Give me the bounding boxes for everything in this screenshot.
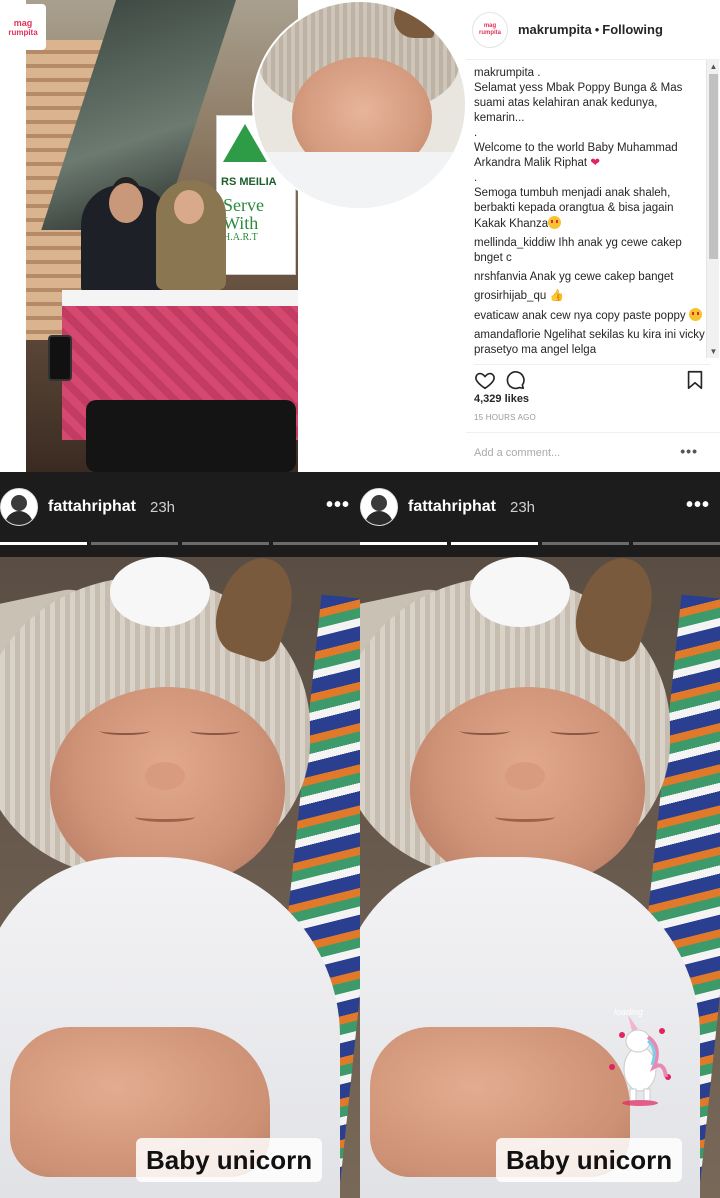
- unicorn-icon: [609, 1015, 671, 1106]
- comment-username[interactable]: mellinda_kiddiw: [474, 237, 555, 249]
- camera: [86, 400, 296, 472]
- comment: evaticaw anak cew nya copy paste poppy: [474, 308, 708, 324]
- comment-icon[interactable]: [504, 369, 526, 391]
- comment-text: Anak yg cewe cakep banget: [529, 271, 674, 283]
- slogan-line: H.A.R.T: [223, 232, 258, 243]
- logo-text: mag: [13, 17, 33, 28]
- comment: nrshfanvia Anak yg cewe cakep banget: [474, 270, 708, 285]
- add-comment-input[interactable]: [474, 443, 674, 463]
- baby-circle-photo: [252, 0, 467, 210]
- story-header: fattahriphat 23h •••: [0, 472, 360, 557]
- action-bar: [474, 364, 710, 390]
- comments-list: makrumpita . Selamat yess Mbak Poppy Bun…: [474, 66, 708, 358]
- thumbs-up-emoji: 👍: [549, 290, 564, 302]
- comment: grosirhijab_qu 👍: [474, 289, 708, 304]
- story-username[interactable]: fattahriphat: [408, 498, 496, 516]
- story-header: fattahriphat 23h •••: [360, 472, 720, 557]
- baby-mouth: [135, 812, 195, 822]
- sticker-label: loading: [614, 1007, 644, 1017]
- story-time: 23h: [150, 499, 176, 516]
- caption-text: Welcome to the world Baby Muhammad Arkan…: [474, 142, 678, 169]
- comment: amandaflorie Ngelihat sekilas ku kira in…: [474, 328, 708, 358]
- scroll-thumb[interactable]: [709, 74, 718, 259]
- baby-photo: loading: [360, 557, 720, 1198]
- baby-photo: [0, 557, 360, 1198]
- heart-eyes-emoji: [548, 216, 562, 229]
- progress-segment: [273, 542, 360, 545]
- progress-segment: [0, 542, 87, 545]
- progress-segment: [91, 542, 178, 545]
- comment-text: anak cew nya copy paste poppy: [521, 310, 686, 322]
- more-options-icon[interactable]: •••: [326, 494, 350, 517]
- avatar-text: mag: [483, 22, 497, 29]
- comment-username[interactable]: amandaflorie: [474, 329, 540, 341]
- scroll-down-icon[interactable]: ▼: [707, 345, 720, 358]
- caption-text: Selamat yess Mbak Poppy Bunga & Mas suam…: [474, 82, 683, 124]
- heart-icon[interactable]: [474, 369, 496, 391]
- instagram-post: RS MEILIA Serve With H.A.R.T mag rumpita…: [0, 0, 720, 472]
- more-options-icon[interactable]: •••: [680, 443, 698, 459]
- story-caption: Baby unicorn: [136, 1138, 323, 1182]
- woman-figure: [156, 180, 226, 290]
- unicorn-sticker[interactable]: loading: [592, 1007, 684, 1107]
- closed-eye: [190, 727, 240, 735]
- story-progress: [360, 542, 720, 545]
- phone: [48, 335, 72, 381]
- avatar-text: rumpita: [478, 29, 501, 36]
- progress-segment: [182, 542, 269, 545]
- baby-nose: [505, 762, 545, 790]
- hat-horn: [394, 2, 434, 38]
- caption-text: .: [474, 127, 478, 139]
- progress-segment: [451, 542, 538, 545]
- post-time: 15 HOURS AGO: [474, 413, 536, 422]
- add-comment-bar: •••: [466, 432, 720, 472]
- hat-pompom: [110, 557, 210, 627]
- post-header: mag rumpita makrumpita • Following: [466, 0, 720, 60]
- closed-eye: [550, 727, 600, 735]
- magrumpita-logo: mag rumpita: [0, 4, 46, 50]
- grin-emoji: [688, 308, 702, 321]
- blanket: [254, 152, 465, 208]
- comments-scrollbar[interactable]: ▲ ▼: [706, 60, 719, 358]
- comment-username[interactable]: evaticaw: [474, 310, 519, 322]
- comment-username[interactable]: nrshfanvia: [474, 271, 527, 283]
- progress-segment: [542, 542, 629, 545]
- caption-text: Semoga tumbuh menjadi anak shaleh, berba…: [474, 187, 674, 230]
- post-username[interactable]: makrumpita: [518, 22, 592, 37]
- scroll-up-icon[interactable]: ▲: [707, 60, 720, 73]
- story-caption: Baby unicorn: [496, 1138, 683, 1182]
- likes-count[interactable]: 4,329 likes: [474, 393, 529, 405]
- baby-nose: [145, 762, 185, 790]
- avatar[interactable]: mag rumpita: [472, 11, 508, 48]
- heart-emoji: ❤: [590, 157, 600, 169]
- story-time: 23h: [510, 499, 536, 516]
- story-username[interactable]: fattahriphat: [48, 498, 136, 516]
- following-button[interactable]: Following: [602, 22, 663, 37]
- comment: mellinda_kiddiw Ihh anak yg cewe cakep b…: [474, 236, 708, 266]
- story-progress: [0, 542, 360, 545]
- post-sidebar: mag rumpita makrumpita • Following makru…: [466, 0, 720, 472]
- closed-eye: [100, 727, 150, 735]
- caption-username[interactable]: makrumpita .: [474, 66, 708, 81]
- slogan-line: With: [223, 213, 259, 233]
- logo-text: rumpita: [8, 27, 38, 37]
- baby-mouth: [495, 812, 555, 822]
- story-panel-right[interactable]: fattahriphat 23h ••• loading Baby unicor…: [360, 472, 720, 1198]
- story-avatar[interactable]: [360, 488, 398, 526]
- story-avatar[interactable]: [0, 488, 38, 526]
- more-options-icon[interactable]: •••: [686, 494, 710, 517]
- progress-segment: [633, 542, 720, 545]
- hat-pompom: [470, 557, 570, 627]
- comment-username[interactable]: grosirhijab_qu: [474, 290, 546, 302]
- closed-eye: [460, 727, 510, 735]
- story-panel-left[interactable]: fattahriphat 23h ••• Baby unicorn: [0, 472, 360, 1198]
- separator: •: [594, 22, 600, 37]
- caption-text: .: [474, 172, 478, 184]
- progress-segment: [360, 542, 447, 545]
- bookmark-icon[interactable]: [684, 369, 706, 391]
